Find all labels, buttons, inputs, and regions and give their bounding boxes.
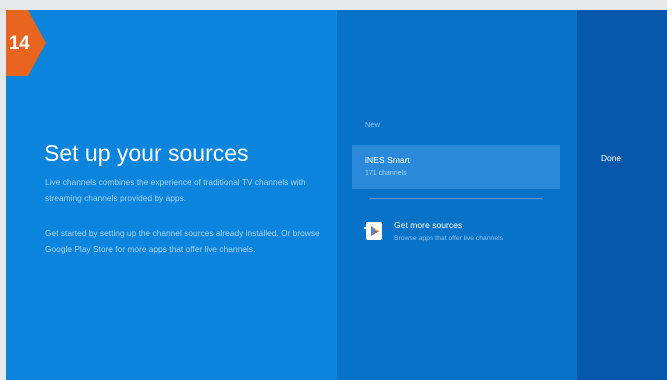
sources-panel: New iNES Smart 171 channels Get more sou… (337, 10, 577, 380)
source-channel-count: 171 channels (365, 170, 407, 177)
google-play-icon (363, 221, 385, 241)
actions-panel: Done (577, 10, 667, 380)
get-more-subtitle: Browse apps that offer live channels (394, 235, 504, 242)
done-button[interactable]: Done (601, 153, 621, 163)
step-number: 14 (9, 33, 30, 54)
get-more-title: Get more sources (394, 220, 463, 230)
source-item-ines-smart[interactable]: iNES Smart 171 channels (352, 145, 560, 189)
source-name: iNES Smart (365, 155, 410, 165)
setup-info-panel: 14 Set up your sources Live channels com… (6, 10, 337, 380)
app-screen: 14 Set up your sources Live channels com… (6, 10, 667, 380)
step-badge: 14 (6, 10, 46, 76)
setup-instructions: Get started by setting up the channel so… (45, 228, 320, 254)
divider (369, 198, 543, 199)
section-label-new: New (365, 120, 381, 129)
page-title: Set up your sources (44, 140, 249, 166)
get-more-sources-button[interactable]: Get more sources Browse apps that offer … (357, 216, 557, 248)
setup-description: Live channels combines the experience of… (45, 177, 306, 203)
